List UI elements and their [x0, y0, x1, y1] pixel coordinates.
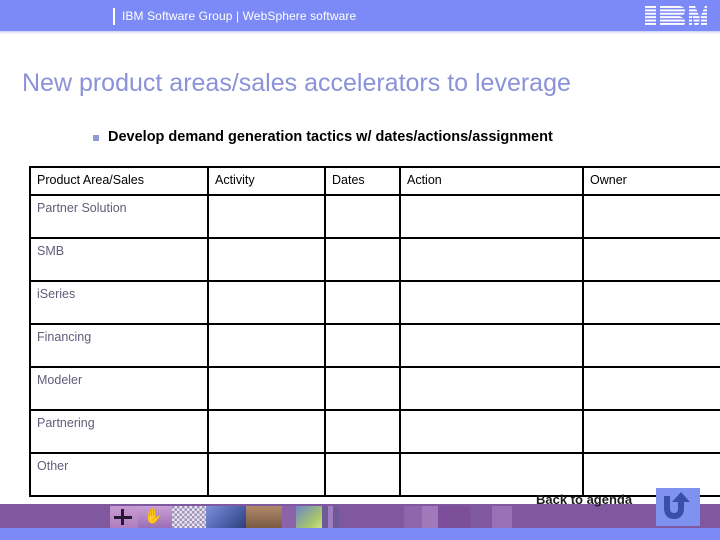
cell-owner[interactable]	[582, 409, 720, 454]
cell-product-area: Other	[29, 452, 209, 497]
cell-dates[interactable]	[324, 237, 401, 282]
cell-dates[interactable]	[324, 409, 401, 454]
table-row: Partnering	[29, 409, 720, 454]
table-row: iSeries	[29, 280, 720, 325]
deco-tile-hand: ✋	[138, 506, 172, 528]
hand-icon: ✋	[144, 508, 163, 525]
deco-tile-violet	[282, 506, 296, 528]
cell-product-area: Partner Solution	[29, 194, 209, 239]
bullet-item-label: Develop demand generation tactics w/ dat…	[108, 129, 553, 145]
deco-tile-end	[339, 506, 352, 528]
u-turn-arrow-icon	[664, 492, 690, 520]
planning-table: Product Area/Sales Activity Dates Action…	[29, 166, 720, 497]
cell-activity[interactable]	[207, 323, 326, 368]
cell-owner[interactable]	[582, 366, 720, 411]
table-row: Other	[29, 452, 720, 497]
header-band-shadow	[0, 31, 720, 34]
deco-tile-plus	[110, 506, 138, 528]
cell-action[interactable]	[399, 323, 584, 368]
cell-activity[interactable]	[207, 409, 326, 454]
back-to-agenda-button[interactable]	[656, 488, 700, 526]
column-header-activity: Activity	[207, 166, 326, 196]
brand-divider-rule	[113, 7, 115, 25]
plus-icon	[114, 509, 132, 525]
column-header-owner: Owner	[582, 166, 720, 196]
table-header-row: Product Area/Sales Activity Dates Action…	[29, 166, 720, 196]
footer-decoration-strip: ✋	[110, 506, 352, 528]
brand-text: IBM Software Group | WebSphere software	[122, 9, 357, 23]
footer-decoration-block-mid	[404, 506, 470, 528]
cell-dates[interactable]	[324, 280, 401, 325]
cell-action[interactable]	[399, 280, 584, 325]
header-band	[0, 0, 720, 31]
cell-owner[interactable]	[582, 323, 720, 368]
brand-lockup: IBM Software Group | WebSphere software	[113, 6, 356, 26]
table-row: Financing	[29, 323, 720, 368]
cell-dates[interactable]	[324, 194, 401, 239]
cell-action[interactable]	[399, 366, 584, 411]
cell-activity[interactable]	[207, 452, 326, 497]
cell-owner[interactable]	[582, 237, 720, 282]
cell-product-area: iSeries	[29, 280, 209, 325]
footer-blue-strip	[0, 528, 720, 540]
cell-dates[interactable]	[324, 366, 401, 411]
column-header-product-area: Product Area/Sales	[29, 166, 209, 196]
deco-tile-blue-photo	[206, 506, 246, 528]
cell-action[interactable]	[399, 194, 584, 239]
table-row: SMB	[29, 237, 720, 282]
column-header-action: Action	[399, 166, 584, 196]
cell-product-area: SMB	[29, 237, 209, 282]
cell-activity[interactable]	[207, 194, 326, 239]
cell-activity[interactable]	[207, 237, 326, 282]
cell-action[interactable]	[399, 237, 584, 282]
cell-dates[interactable]	[324, 323, 401, 368]
bullet-square-icon	[93, 135, 99, 141]
ibm-logo	[645, 6, 707, 27]
page-title: New product areas/sales accelerators to …	[22, 69, 571, 97]
table-row: Partner Solution	[29, 194, 720, 239]
cell-activity[interactable]	[207, 366, 326, 411]
deco-tile-globe	[296, 506, 322, 528]
back-to-agenda-label[interactable]: Back to agenda	[536, 492, 632, 508]
cell-product-area: Partnering	[29, 409, 209, 454]
bullet-item: Develop demand generation tactics w/ dat…	[93, 128, 553, 146]
cell-product-area: Financing	[29, 323, 209, 368]
cell-product-area: Modeler	[29, 366, 209, 411]
deco-tile-portrait	[246, 506, 282, 528]
footer-decoration-block-right	[492, 506, 530, 528]
cell-dates[interactable]	[324, 452, 401, 497]
column-header-dates: Dates	[324, 166, 401, 196]
cell-action[interactable]	[399, 452, 584, 497]
cell-activity[interactable]	[207, 280, 326, 325]
table-row: Modeler	[29, 366, 720, 411]
cell-action[interactable]	[399, 409, 584, 454]
deco-tile-halftone	[172, 506, 206, 528]
cell-owner[interactable]	[582, 280, 720, 325]
cell-owner[interactable]	[582, 194, 720, 239]
